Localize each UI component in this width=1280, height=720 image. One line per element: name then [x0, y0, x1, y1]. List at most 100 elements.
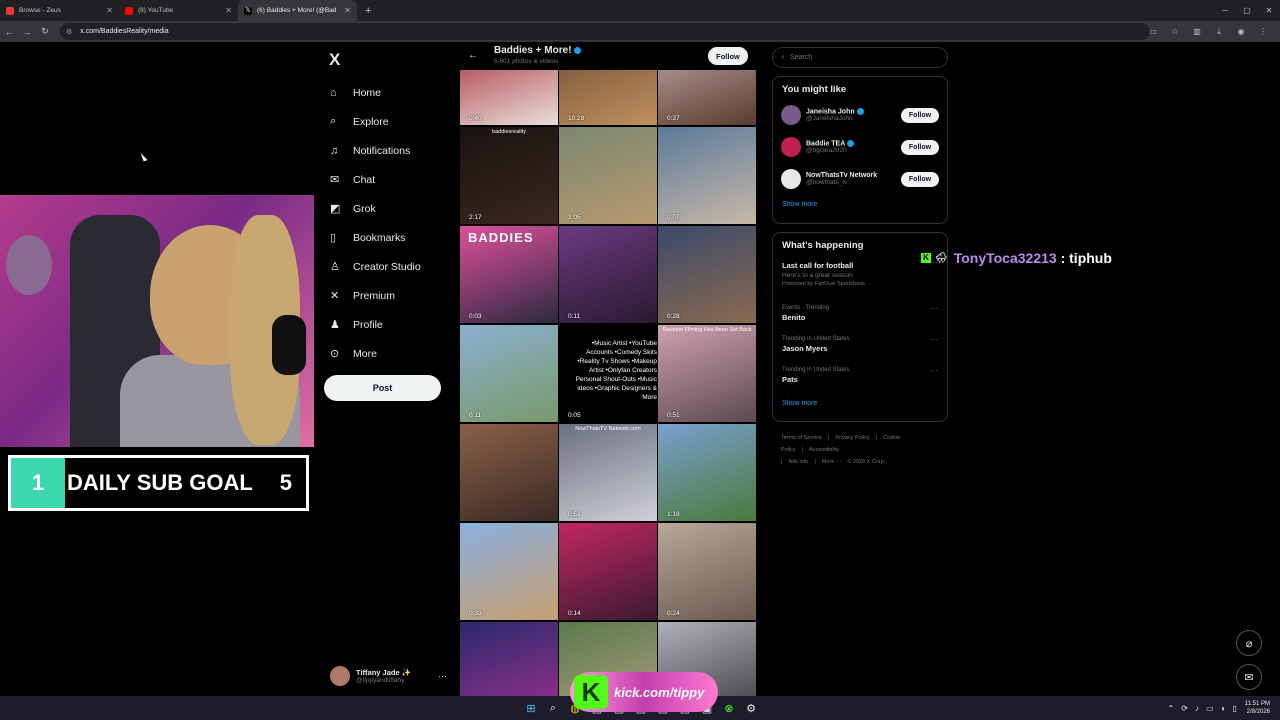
sidebar-item-profile[interactable]: ♟ Profile	[330, 310, 460, 339]
star-icon[interactable]: ☆	[1164, 21, 1186, 42]
sync-icon[interactable]: ⟳	[1181, 704, 1188, 713]
search-icon[interactable]: ⌕	[542, 702, 564, 715]
mic-icon[interactable]: ♪	[1195, 704, 1199, 713]
suggested-account[interactable]: NowThatsTv Network @nowthats_tv Follow	[773, 163, 947, 195]
sidepanel-icon[interactable]: ▥	[1186, 21, 1208, 42]
footer-link[interactable]: Ads info	[788, 459, 808, 465]
footer-link[interactable]: Terms of Service	[781, 435, 822, 441]
webcam-overlay	[0, 195, 314, 447]
sidebar-item-premium[interactable]: ✕ Premium	[330, 281, 460, 310]
sidebar-item-explore[interactable]: ⌕ Explore	[330, 107, 460, 136]
browser-tab-zeus[interactable]: Browse - Zeus ✕	[0, 0, 119, 21]
sidebar-item-more[interactable]: ⊙ More	[330, 339, 460, 368]
download-icon[interactable]: ⤓	[1208, 21, 1230, 42]
media-tile[interactable]: 0:37	[658, 70, 756, 125]
show-more-link[interactable]: Show more	[773, 394, 947, 415]
sidebar-item-notifications[interactable]: ♫ Notifications	[330, 136, 460, 165]
account-icon[interactable]: ◉	[1230, 21, 1252, 42]
window-controls: ─ ▢ ✕	[1214, 0, 1280, 21]
sidebar-item-home[interactable]: ⌂ Home	[330, 78, 460, 107]
media-tile[interactable]: 10:28	[559, 70, 657, 125]
cast-icon[interactable]: ▭	[1142, 21, 1164, 42]
trend-item[interactable]: Trending in United States Jason Myers ···	[773, 332, 947, 363]
follow-button[interactable]: Follow	[901, 171, 939, 187]
footer-link[interactable]: © 2026 X Corp.	[847, 459, 885, 465]
sidebar-item-label: More	[353, 347, 377, 360]
new-tab-button[interactable]: +	[365, 5, 371, 17]
sidebar-item-grok[interactable]: ◩ Grok	[330, 194, 460, 223]
more-options-icon[interactable]: ···	[930, 366, 938, 375]
maximize-icon[interactable]: ▢	[1236, 0, 1258, 21]
clock[interactable]: 11:51 PM 2/8/2026	[1245, 700, 1270, 716]
media-tile[interactable]: 0:24	[658, 523, 756, 620]
trend-item[interactable]: Trending in United States Pats ···	[773, 363, 947, 394]
follow-button[interactable]: Follow	[901, 139, 939, 155]
browser-tab-x[interactable]: 𝕏 (6) Baddies + More! (@Bad ✕	[238, 0, 357, 21]
sidebar-item-chat[interactable]: ✉ Chat	[330, 165, 460, 194]
search-input[interactable]: ⌕ Search	[772, 47, 948, 68]
grok-icon[interactable]: ⌀	[1236, 630, 1262, 656]
footer-link[interactable]: Privacy Policy	[835, 435, 869, 441]
forward-arrow-icon[interactable]: →	[18, 27, 36, 37]
media-tile[interactable]: BADDIES 0:03	[460, 226, 558, 323]
close-tab-icon[interactable]: ✕	[225, 6, 232, 15]
video-duration: 0:33	[469, 610, 482, 617]
media-tile[interactable]: Reunion Filming Has Been Set Back 0:51	[658, 325, 756, 422]
post-button[interactable]: Post	[324, 375, 441, 401]
sidebar-item-creator-studio[interactable]: ♙ Creator Studio	[330, 252, 460, 281]
x-logo-icon[interactable]: X	[329, 50, 340, 70]
reload-icon[interactable]: ↻	[36, 26, 54, 37]
clock-date: 2/8/2026	[1246, 709, 1270, 715]
video-duration: 0:37	[667, 115, 680, 122]
back-arrow-icon[interactable]: ←	[0, 27, 18, 37]
media-tile[interactable]: 0:40	[460, 70, 558, 125]
sidebar-item-bookmarks[interactable]: ▯ Bookmarks	[330, 223, 460, 252]
minimize-icon[interactable]: ─	[1214, 0, 1236, 21]
browser-tab-youtube[interactable]: (8) YouTube ✕	[119, 0, 238, 21]
media-tile[interactable]: •Music Artist •YouTube Accounts •Comedy S…	[559, 325, 657, 422]
avatar	[781, 105, 801, 125]
close-tab-icon[interactable]: ✕	[106, 6, 113, 15]
windows-start-icon[interactable]: ⊞	[520, 702, 542, 715]
volume-icon[interactable]: ◖	[1221, 704, 1226, 713]
close-tab-icon[interactable]: ✕	[344, 6, 351, 15]
home-icon: ⌂	[330, 86, 337, 99]
media-tile[interactable]: NowThatsTV Network.com 0:51	[559, 424, 657, 521]
media-tile[interactable]: 0:07	[658, 127, 756, 224]
url-field[interactable]: ⚙ x.com/BaddiesReality/media	[60, 23, 1150, 40]
media-tile[interactable]: 0:11	[559, 226, 657, 323]
video-duration: 1:18	[667, 511, 680, 518]
media-tile[interactable]: 1:18	[658, 424, 756, 521]
menu-icon[interactable]: ⋮	[1252, 21, 1274, 42]
tab-title: Browse - Zeus	[19, 7, 61, 14]
show-more-link[interactable]: Show more	[773, 195, 947, 216]
media-tile[interactable]: 0:28	[658, 226, 756, 323]
close-window-icon[interactable]: ✕	[1258, 0, 1280, 21]
trend-item[interactable]: Events · Trending Benito ···	[773, 301, 947, 332]
media-tile[interactable]	[460, 424, 558, 521]
more-options-icon[interactable]: ···	[930, 335, 938, 344]
media-tile[interactable]: 0:33	[460, 523, 558, 620]
back-arrow-icon[interactable]: ←	[468, 50, 478, 61]
chevron-up-icon[interactable]: ⌃	[1168, 704, 1175, 713]
media-tile[interactable]	[460, 622, 558, 696]
follow-button[interactable]: Follow	[708, 47, 748, 65]
footer-link[interactable]: Accessibility	[809, 447, 839, 453]
messages-icon[interactable]: ✉	[1236, 664, 1262, 690]
suggested-account[interactable]: Baddie TEA @bgctea2020 Follow	[773, 131, 947, 163]
settings-gear-icon[interactable]: ⚙	[740, 702, 762, 715]
account-switcher[interactable]: Tiffany Jade ✨ @tippyandtiffany ···	[330, 661, 455, 691]
media-tile[interactable]: baddiesreality 2:17	[460, 127, 558, 224]
more-options-icon[interactable]: ···	[438, 671, 447, 681]
battery-icon[interactable]: ▯	[1232, 704, 1236, 713]
media-tile[interactable]: 0:11	[460, 325, 558, 422]
follow-button[interactable]: Follow	[901, 107, 939, 123]
footer-link[interactable]: More ···	[822, 459, 842, 465]
site-info-icon[interactable]: ⚙	[66, 28, 72, 36]
xbox-icon[interactable]: ⊗	[718, 702, 740, 715]
suggested-account[interactable]: Janeisha John @JaneishaJohn Follow	[773, 99, 947, 131]
network-icon[interactable]: ▭	[1206, 704, 1214, 713]
media-tile[interactable]: 1:05	[559, 127, 657, 224]
media-tile[interactable]: 0:14	[559, 523, 657, 620]
more-options-icon[interactable]: ···	[930, 304, 938, 313]
